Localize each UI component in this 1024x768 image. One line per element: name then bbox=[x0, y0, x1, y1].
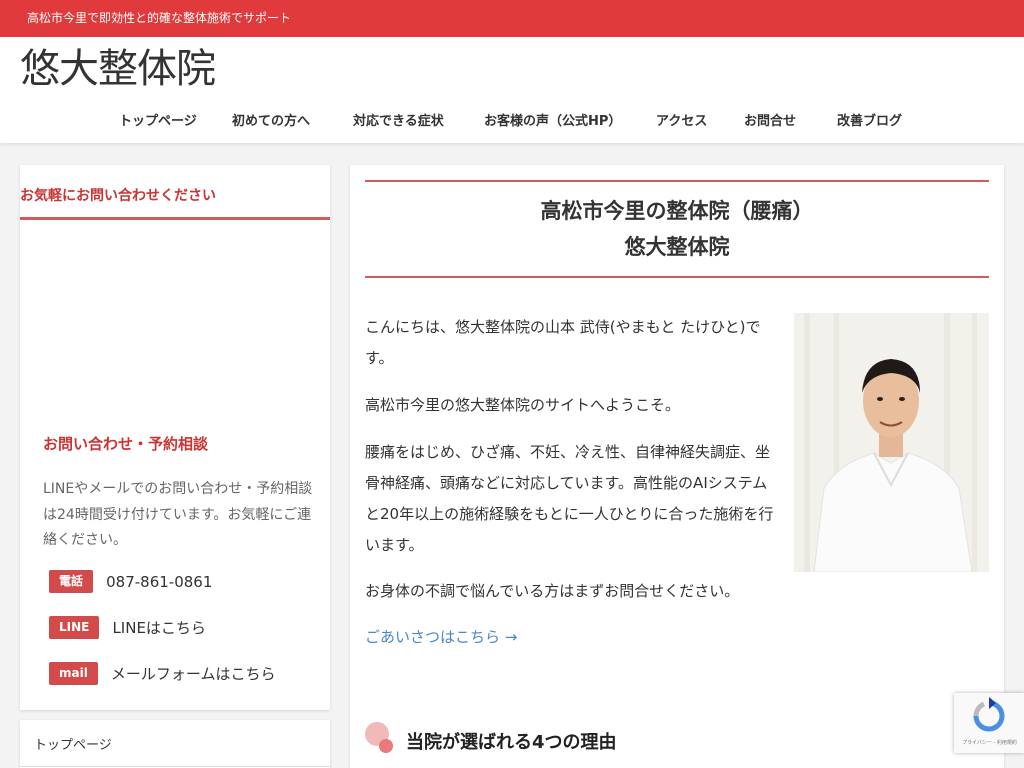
global-nav: トップページ 初めての方へ 対応できる症状 お客様の声（公式HP） アクセス お… bbox=[0, 101, 1024, 143]
site-title-link[interactable]: 悠大整体院 bbox=[20, 41, 216, 97]
sidebar-menu: トップページ bbox=[20, 720, 330, 768]
nav-item-symptoms[interactable]: 対応できる症状 bbox=[353, 101, 444, 143]
therapist-portrait-icon bbox=[794, 313, 989, 572]
intro-paragraph-1: こんにちは、悠大整体院の山本 武侍(やまもと たけひと)です。 bbox=[365, 318, 761, 367]
line-tag: LINE bbox=[49, 616, 100, 639]
sidebar-menu-divider bbox=[20, 766, 330, 767]
tagline-text: 高松市今里で即効性と的確な整体施術でサポート bbox=[27, 11, 292, 25]
recaptcha-icon bbox=[973, 697, 1005, 732]
top-tagline-bar: 高松市今里で即効性と的確な整体施術でサポート bbox=[0, 0, 1024, 37]
nav-item-top[interactable]: トップページ bbox=[119, 101, 197, 143]
contact-mail[interactable]: mail メールフォームはこちら bbox=[49, 662, 275, 685]
phone-number[interactable]: 087-861-0861 bbox=[106, 573, 212, 591]
sidebar-description: LINEやメールでのお問い合わせ・予約相談は24時間受け付けています。お気軽にご… bbox=[43, 481, 313, 548]
sidebar-menu-item-top[interactable]: トップページ bbox=[34, 734, 112, 753]
title-rule-top bbox=[365, 180, 989, 182]
recaptcha-badge[interactable]: プライバシー - 利用規約 bbox=[954, 693, 1024, 753]
nav-item-blog[interactable]: 改善ブログ bbox=[837, 101, 902, 143]
intro-paragraph-3: 腰痛をはじめ、ひざ痛、不妊、冷え性、自律神経失調症、坐骨神経痛、頭痛などに対応し… bbox=[365, 443, 774, 554]
recaptcha-terms[interactable]: プライバシー - 利用規約 bbox=[962, 739, 1017, 746]
sidebar-heading: お気軽にお問い合わせください bbox=[20, 165, 330, 220]
sidebar-subheading: お問い合わせ・予約相談 bbox=[43, 435, 209, 453]
therapist-photo bbox=[794, 313, 989, 572]
main-content: 高松市今里の整体院（腰痛） 悠大整体院 こんにちは、悠大整体院の山本 武侍(やま… bbox=[350, 165, 1004, 768]
mail-tag: mail bbox=[49, 662, 98, 685]
page-title: 高松市今里の整体院（腰痛） 悠大整体院 bbox=[365, 193, 989, 265]
section-dot-small-icon bbox=[379, 739, 393, 753]
contact-phone[interactable]: 電話 087-861-0861 bbox=[49, 570, 212, 593]
page-title-line2: 悠大整体院 bbox=[624, 235, 730, 259]
contact-line[interactable]: LINE LINEはこちら bbox=[49, 616, 206, 639]
line-link[interactable]: LINEはこちら bbox=[112, 617, 205, 638]
intro-paragraph-2: 高松市今里の悠大整体院のサイトへようこそ。 bbox=[365, 396, 681, 414]
intro-paragraph-4: お身体の不調で悩んでいる方はまずお問合せください。 bbox=[365, 582, 740, 600]
sidebar-contact-widget: お気軽にお問い合わせください お問い合わせ・予約相談 LINEやメールでのお問い… bbox=[20, 165, 330, 710]
title-rule-bottom bbox=[365, 276, 989, 278]
nav-item-access[interactable]: アクセス bbox=[656, 101, 707, 143]
nav-item-first-time[interactable]: 初めての方へ bbox=[232, 101, 310, 143]
site-header: 悠大整体院 bbox=[0, 37, 1024, 101]
greeting-link[interactable]: ごあいさつはこちら → bbox=[365, 626, 517, 647]
nav-item-voices[interactable]: お客様の声（公式HP） bbox=[484, 101, 621, 143]
section-title-reasons: 当院が選ばれる4つの理由 bbox=[406, 732, 617, 753]
page-title-line1: 高松市今里の整体院（腰痛） bbox=[540, 199, 814, 223]
phone-tag: 電話 bbox=[49, 570, 94, 593]
mail-form-link[interactable]: メールフォームはこちら bbox=[111, 663, 276, 684]
nav-item-contact[interactable]: お問合せ bbox=[744, 101, 796, 143]
